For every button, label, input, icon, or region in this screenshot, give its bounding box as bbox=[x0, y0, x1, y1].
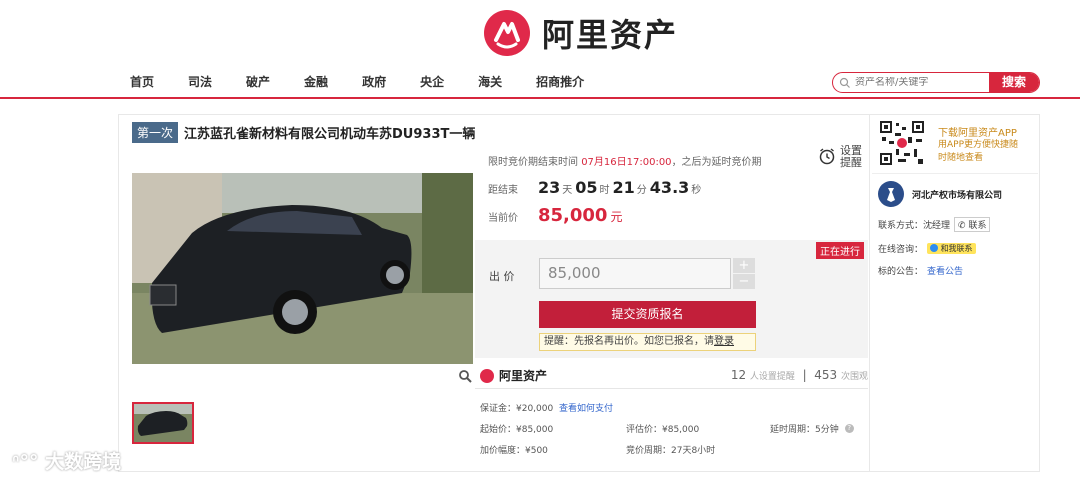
auction-notice: 限时竞价期结束时间 07月16日17:00:00，之后为延时竞价期 bbox=[488, 153, 762, 168]
notice-suffix: ，之后为延时竞价期 bbox=[671, 157, 762, 168]
countdown-day-unit: 天 bbox=[562, 185, 573, 196]
submit-registration-button[interactable]: 提交资质报名 bbox=[539, 301, 756, 328]
app-download-subtitle: 用APP更方便快捷随时随地查看 bbox=[938, 140, 1019, 163]
sidebar-divider bbox=[872, 173, 1038, 174]
increment: 加价幅度：¥500 bbox=[480, 446, 548, 456]
brand-logo-icon bbox=[480, 368, 494, 383]
countdown-days: 23 bbox=[538, 178, 561, 197]
nav-finance[interactable]: 金融 bbox=[304, 73, 328, 90]
nav-central-enterprise[interactable]: 央企 bbox=[420, 73, 444, 90]
notice-row: 标的公告： 查看公告 bbox=[878, 264, 963, 277]
contact-button-label: 联系 bbox=[968, 221, 987, 231]
remind-count-label: 人设置提醒 bbox=[749, 372, 795, 382]
logo-text: 阿里资产 bbox=[542, 16, 679, 54]
increase-bid-button[interactable]: + bbox=[733, 258, 755, 273]
remind-count: 12 bbox=[730, 368, 747, 382]
countdown: 距结束 23 天 05 时 21 分 43.3 秒 bbox=[488, 178, 704, 197]
search-input[interactable] bbox=[855, 77, 995, 88]
vehicle-photo[interactable] bbox=[132, 173, 473, 364]
consult-label: 在线咨询： bbox=[878, 245, 924, 255]
login-link[interactable]: 登录 bbox=[714, 336, 734, 347]
round-badge: 第一次 bbox=[132, 122, 179, 143]
lot-title-row: 第一次 江苏蓝孔雀新材料有限公司机动车苏DU933T一辆 bbox=[132, 122, 475, 143]
countdown-minute-unit: 分 bbox=[636, 185, 647, 196]
nav-government[interactable]: 政府 bbox=[362, 73, 386, 90]
countdown-seconds: 43.3 bbox=[649, 178, 690, 197]
bid-panel: 正在进行 出 价 85,000 + − 提交资质报名 提醒：先报名再出价。如您已… bbox=[475, 240, 868, 358]
extend-period-row: 延时周期：5分钟 ? bbox=[770, 422, 854, 435]
organization: 河北产权市场有限公司 bbox=[878, 181, 1002, 207]
nav-investment[interactable]: 招商推介 bbox=[536, 73, 584, 90]
details-divider bbox=[475, 388, 868, 389]
watermark-text: 大数跨境 bbox=[45, 451, 122, 473]
zoom-icon[interactable] bbox=[458, 369, 472, 387]
search-icon bbox=[839, 75, 855, 91]
phone-icon: ✆ bbox=[958, 221, 966, 231]
alarm-clock-icon bbox=[818, 147, 836, 168]
app-download-title[interactable]: 下载阿里资产APP bbox=[938, 124, 1017, 139]
bid-label: 出 价 bbox=[489, 270, 515, 283]
set-remind-label: 设置提醒 bbox=[840, 144, 862, 169]
current-price-row: 当前价 85,000 元 bbox=[488, 205, 622, 226]
view-notice-link[interactable]: 查看公告 bbox=[927, 264, 963, 277]
brand-row: 阿里资产 bbox=[480, 367, 547, 384]
notice-prefix: 限时竞价期结束时间 bbox=[488, 157, 582, 168]
contact-row: 联系方式：沈经理 ✆ 联系 bbox=[878, 217, 991, 232]
photo-thumbnail[interactable] bbox=[132, 402, 194, 444]
status-badge: 正在进行 bbox=[816, 242, 864, 259]
deposit-info: 保证金：¥20,000 查看如何支付 bbox=[480, 401, 613, 414]
set-remind-button[interactable]: 设置提醒 bbox=[818, 145, 862, 169]
interest-stats: 12 人设置提醒 | 453 次围观 bbox=[730, 368, 868, 382]
contact-button[interactable]: ✆ 联系 bbox=[954, 217, 991, 232]
auction-period: 竞价周期：27天8小时 bbox=[626, 446, 716, 456]
chat-button-label: 和我联系 bbox=[940, 244, 973, 253]
search-button[interactable]: 搜索 bbox=[989, 73, 1039, 92]
price-unit: 元 bbox=[610, 210, 623, 224]
countdown-minutes: 21 bbox=[612, 178, 635, 197]
nav-customs[interactable]: 海关 bbox=[478, 73, 502, 90]
view-count-label: 次围观 bbox=[840, 372, 868, 382]
nav-judicial[interactable]: 司法 bbox=[188, 73, 212, 90]
nav-home[interactable]: 首页 bbox=[130, 73, 154, 90]
logo-icon bbox=[484, 10, 530, 56]
org-name: 河北产权市场有限公司 bbox=[912, 190, 1003, 201]
bid-amount-field[interactable]: 85,000 bbox=[539, 258, 731, 289]
countdown-second-unit: 秒 bbox=[691, 185, 702, 196]
decrease-bid-button[interactable]: − bbox=[733, 274, 755, 289]
sidebar bbox=[870, 114, 1040, 472]
brand-name: 阿里资产 bbox=[499, 369, 548, 383]
org-logo-icon bbox=[878, 181, 904, 207]
notice-label: 标的公告： bbox=[878, 267, 924, 277]
extend-period: 延时周期：5分钟 bbox=[770, 425, 839, 435]
pay-info-link[interactable]: 查看如何支付 bbox=[559, 404, 613, 414]
start-price: 起始价：¥85,000 bbox=[480, 425, 554, 435]
help-icon[interactable]: ? bbox=[844, 424, 854, 433]
appraisal-price: 评估价：¥85,000 bbox=[626, 425, 700, 435]
deposit: 保证金：¥20,000 bbox=[480, 404, 554, 414]
countdown-hours: 05 bbox=[575, 178, 598, 197]
main-nav: 首页 司法 破产 金融 政府 央企 海关 招商推介 bbox=[130, 73, 618, 90]
current-price-label: 当前价 bbox=[488, 213, 518, 224]
lot-title: 江苏蓝孔雀新材料有限公司机动车苏DU933T一辆 bbox=[184, 127, 476, 142]
site-logo[interactable]: 阿里资产 bbox=[484, 10, 678, 56]
watermark: ᐢ°° 大数跨境 bbox=[12, 447, 121, 474]
consult-row: 在线咨询： 和我联系 bbox=[878, 242, 976, 255]
qr-code bbox=[878, 119, 926, 167]
header-divider bbox=[0, 97, 1080, 99]
countdown-label: 距结束 bbox=[488, 185, 518, 196]
chat-button[interactable]: 和我联系 bbox=[927, 243, 976, 254]
nav-bankruptcy[interactable]: 破产 bbox=[246, 73, 270, 90]
bid-stepper: + − bbox=[733, 258, 755, 290]
current-price: 85,000 bbox=[538, 205, 608, 226]
tip-text: 提醒：先报名再出价。如您已报名，请 bbox=[544, 336, 714, 347]
watermark-icon: ᐢ°° bbox=[12, 451, 39, 473]
countdown-hour-unit: 时 bbox=[599, 185, 610, 196]
notice-time: 07月16日17:00:00 bbox=[581, 157, 672, 168]
registration-tip: 提醒：先报名再出价。如您已报名，请登录 bbox=[539, 333, 756, 351]
view-count: 453 bbox=[814, 368, 838, 382]
search-box: 搜索 bbox=[832, 72, 1040, 93]
contact-label: 联系方式：沈经理 bbox=[878, 221, 951, 231]
chat-icon bbox=[930, 244, 939, 252]
